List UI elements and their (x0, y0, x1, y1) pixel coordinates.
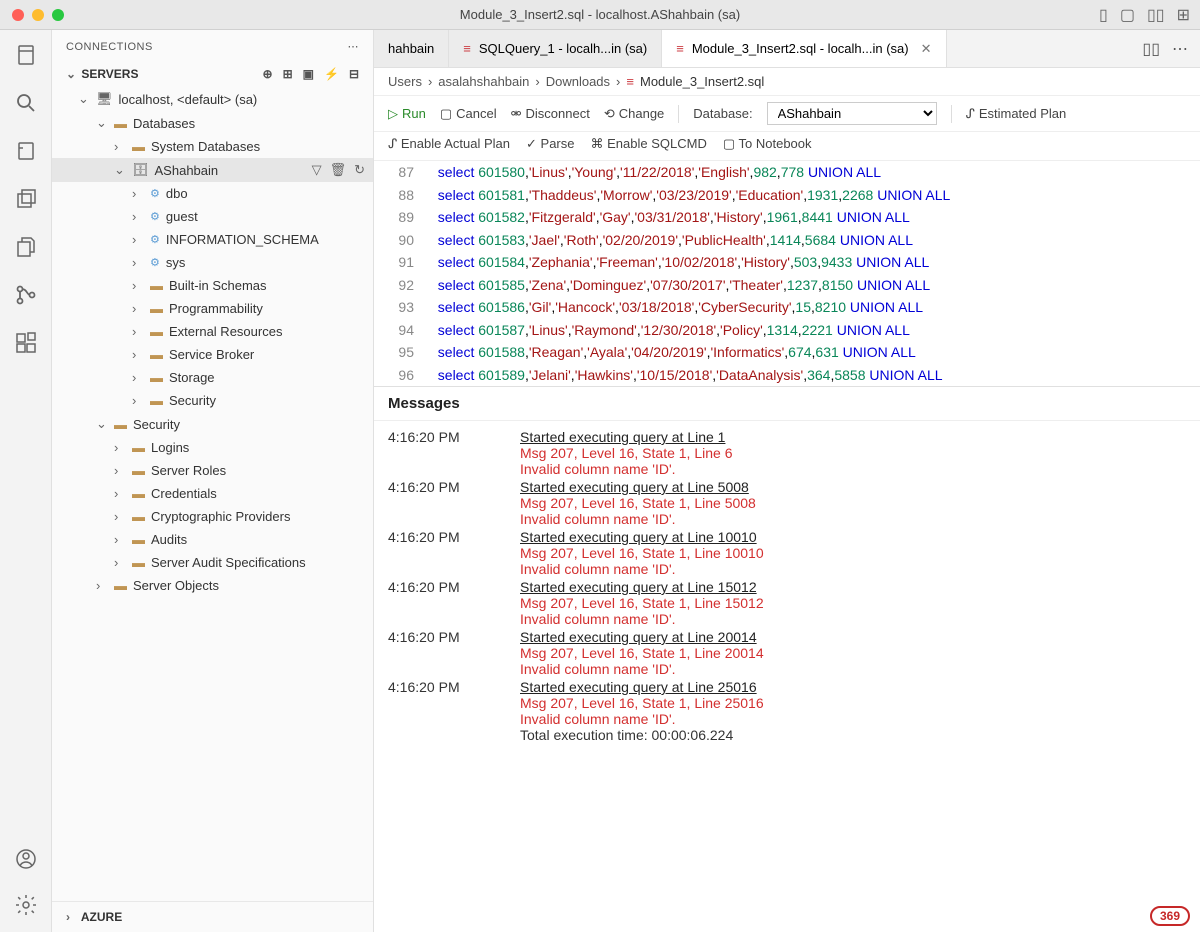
layout-icon-3[interactable]: ▯▯ (1147, 5, 1165, 25)
minimize-window[interactable] (32, 9, 44, 21)
security-server-audit-specifications[interactable]: ›▬Server Audit Specifications (52, 551, 373, 574)
message-row: 4:16:20 PMStarted executing query at Lin… (388, 679, 1186, 743)
filter-icon[interactable]: ▽ (312, 162, 322, 178)
folder-built-in-schemas[interactable]: ›▬Built-in Schemas (52, 274, 373, 297)
query-toolbar-2: ᔑ Enable Actual Plan ✓ Parse ⌘ Enable SQ… (374, 132, 1200, 161)
database-select[interactable]: AShahbain (767, 102, 937, 125)
delete-icon[interactable]: 🗑 (330, 162, 347, 178)
schema-information_schema[interactable]: ›⚙INFORMATION_SCHEMA (52, 228, 373, 251)
schema-dbo[interactable]: ›⚙dbo (52, 182, 373, 205)
database-label: Database: (693, 106, 752, 121)
refresh-icon[interactable]: ↻ (354, 162, 365, 178)
database-ashahbain[interactable]: ⌄🗄AShahbain▽🗑↻ (52, 158, 373, 182)
to-notebook-button[interactable]: ▢ To Notebook (723, 136, 812, 152)
tab-bar: hahbain≡SQLQuery_1 - localh...in (sa)≡Mo… (374, 30, 1200, 68)
folder-external-resources[interactable]: ›▬External Resources (52, 320, 373, 343)
security-logins[interactable]: ›▬Logins (52, 436, 373, 459)
query-toolbar: ▷ Run ▢ Cancel ⚮ Disconnect ⟲ Change Dat… (374, 96, 1200, 132)
more-actions-icon[interactable]: ⋯ (1172, 39, 1188, 59)
security-audits[interactable]: ›▬Audits (52, 528, 373, 551)
connections-label: CONNECTIONS (66, 41, 153, 53)
connections-icon[interactable] (13, 42, 39, 68)
messages-panel[interactable]: 4:16:20 PMStarted executing query at Lin… (374, 421, 1200, 932)
source-control-icon[interactable] (13, 282, 39, 308)
settings-icon[interactable] (13, 892, 39, 918)
explorer-icon[interactable] (13, 186, 39, 212)
estimated-plan-button[interactable]: ᔑ Estimated Plan (966, 106, 1067, 122)
server-icon[interactable]: ▣ (303, 67, 314, 81)
change-connection-button[interactable]: ⟲ Change (604, 106, 664, 122)
tab[interactable]: hahbain (374, 30, 449, 67)
folder-service-broker[interactable]: ›▬Service Broker (52, 343, 373, 366)
tab-bar-actions: ▯▯ ⋯ (1142, 30, 1200, 67)
message-row: 4:16:20 PMStarted executing query at Lin… (388, 529, 1186, 577)
notebooks-icon[interactable] (13, 138, 39, 164)
messages-tab[interactable]: Messages (374, 386, 1200, 421)
server-node[interactable]: ⌄🖥localhost, <default> (sa) (52, 87, 373, 111)
security-cryptographic-providers[interactable]: ›▬Cryptographic Providers (52, 505, 373, 528)
tab[interactable]: ≡SQLQuery_1 - localh...in (sa) (449, 30, 662, 67)
titlebar-actions: ▯ ▢ ▯▯ ⊞ (1099, 5, 1190, 25)
enable-actual-plan-button[interactable]: ᔑ Enable Actual Plan (388, 136, 510, 152)
activity-bar (0, 30, 52, 932)
disconnect-button[interactable]: ⚮ Disconnect (511, 106, 590, 122)
message-row: 4:16:20 PMStarted executing query at Lin… (388, 579, 1186, 627)
window-title: Module_3_Insert2.sql - localhost.AShahba… (460, 7, 740, 22)
server-tree: ⌄🖥localhost, <default> (sa) ⌄▬Databases … (52, 87, 373, 901)
code-editor[interactable]: 87 select 601580,'Linus','Young','11/22/… (374, 161, 1200, 386)
sql-file-icon: ≡ (626, 74, 634, 89)
titlebar: Module_3_Insert2.sql - localhost.AShahba… (0, 0, 1200, 30)
schema-guest[interactable]: ›⚙guest (52, 205, 373, 228)
sql-icon: ≡ (676, 41, 684, 56)
window-controls (12, 9, 64, 21)
message-row: 4:16:20 PMStarted executing query at Lin… (388, 479, 1186, 527)
databases-folder[interactable]: ⌄▬Databases (52, 111, 373, 135)
security-credentials[interactable]: ›▬Credentials (52, 482, 373, 505)
servers-header[interactable]: ⌄ SERVERS ⊕ ⊞ ▣ ⚡ ⊟ (52, 61, 373, 87)
folder-programmability[interactable]: ›▬Programmability (52, 297, 373, 320)
run-button[interactable]: ▷ Run (388, 106, 426, 122)
layout-icon-4[interactable]: ⊞ (1177, 5, 1190, 25)
security-folder[interactable]: ⌄▬Security (52, 412, 373, 436)
filter-icon[interactable]: ⚡ (324, 67, 339, 81)
search-icon[interactable] (13, 90, 39, 116)
maximize-window[interactable] (52, 9, 64, 21)
parse-button[interactable]: ✓ Parse (526, 136, 574, 152)
close-window[interactable] (12, 9, 24, 21)
enable-sqlcmd-button[interactable]: ⌘ Enable SQLCMD (591, 136, 707, 152)
layout-icon-2[interactable]: ▢ (1120, 5, 1135, 25)
schema-sys[interactable]: ›⚙sys (52, 251, 373, 274)
extensions-icon[interactable] (13, 330, 39, 356)
sidebar: CONNECTIONS ⋯ ⌄ SERVERS ⊕ ⊞ ▣ ⚡ ⊟ ⌄🖥loca… (52, 30, 374, 932)
server-objects[interactable]: ›▬Server Objects (52, 574, 373, 597)
cancel-button[interactable]: ▢ Cancel (440, 106, 497, 122)
folder-security[interactable]: ›▬Security (52, 389, 373, 412)
servers-actions: ⊕ ⊞ ▣ ⚡ ⊟ (263, 67, 359, 81)
azure-section[interactable]: › AZURE (52, 901, 373, 932)
system-databases[interactable]: ›▬System Databases (52, 135, 373, 158)
message-row: 4:16:20 PMStarted executing query at Lin… (388, 429, 1186, 477)
folder-storage[interactable]: ›▬Storage (52, 366, 373, 389)
new-connection-icon[interactable]: ⊕ (263, 67, 273, 81)
collapse-icon[interactable]: ⊟ (349, 67, 359, 81)
account-icon[interactable] (13, 846, 39, 872)
tab[interactable]: ≡Module_3_Insert2.sql - localh...in (sa)… (662, 30, 946, 67)
status-badge: 369 (1150, 906, 1190, 926)
files-icon[interactable] (13, 234, 39, 260)
security-server-roles[interactable]: ›▬Server Roles (52, 459, 373, 482)
new-group-icon[interactable]: ⊞ (283, 67, 293, 81)
more-icon[interactable]: ⋯ (348, 40, 360, 53)
split-editor-icon[interactable]: ▯▯ (1142, 39, 1160, 59)
sidebar-header: CONNECTIONS ⋯ (52, 30, 373, 61)
layout-icon-1[interactable]: ▯ (1099, 5, 1108, 25)
servers-label: SERVERS (81, 67, 138, 81)
sql-icon: ≡ (463, 41, 471, 56)
message-row: 4:16:20 PMStarted executing query at Lin… (388, 629, 1186, 677)
close-tab-icon[interactable]: ✕ (921, 41, 932, 57)
breadcrumb[interactable]: Users› asalahshahbain› Downloads› ≡ Modu… (374, 68, 1200, 96)
editor-area: hahbain≡SQLQuery_1 - localh...in (sa)≡Mo… (374, 30, 1200, 932)
